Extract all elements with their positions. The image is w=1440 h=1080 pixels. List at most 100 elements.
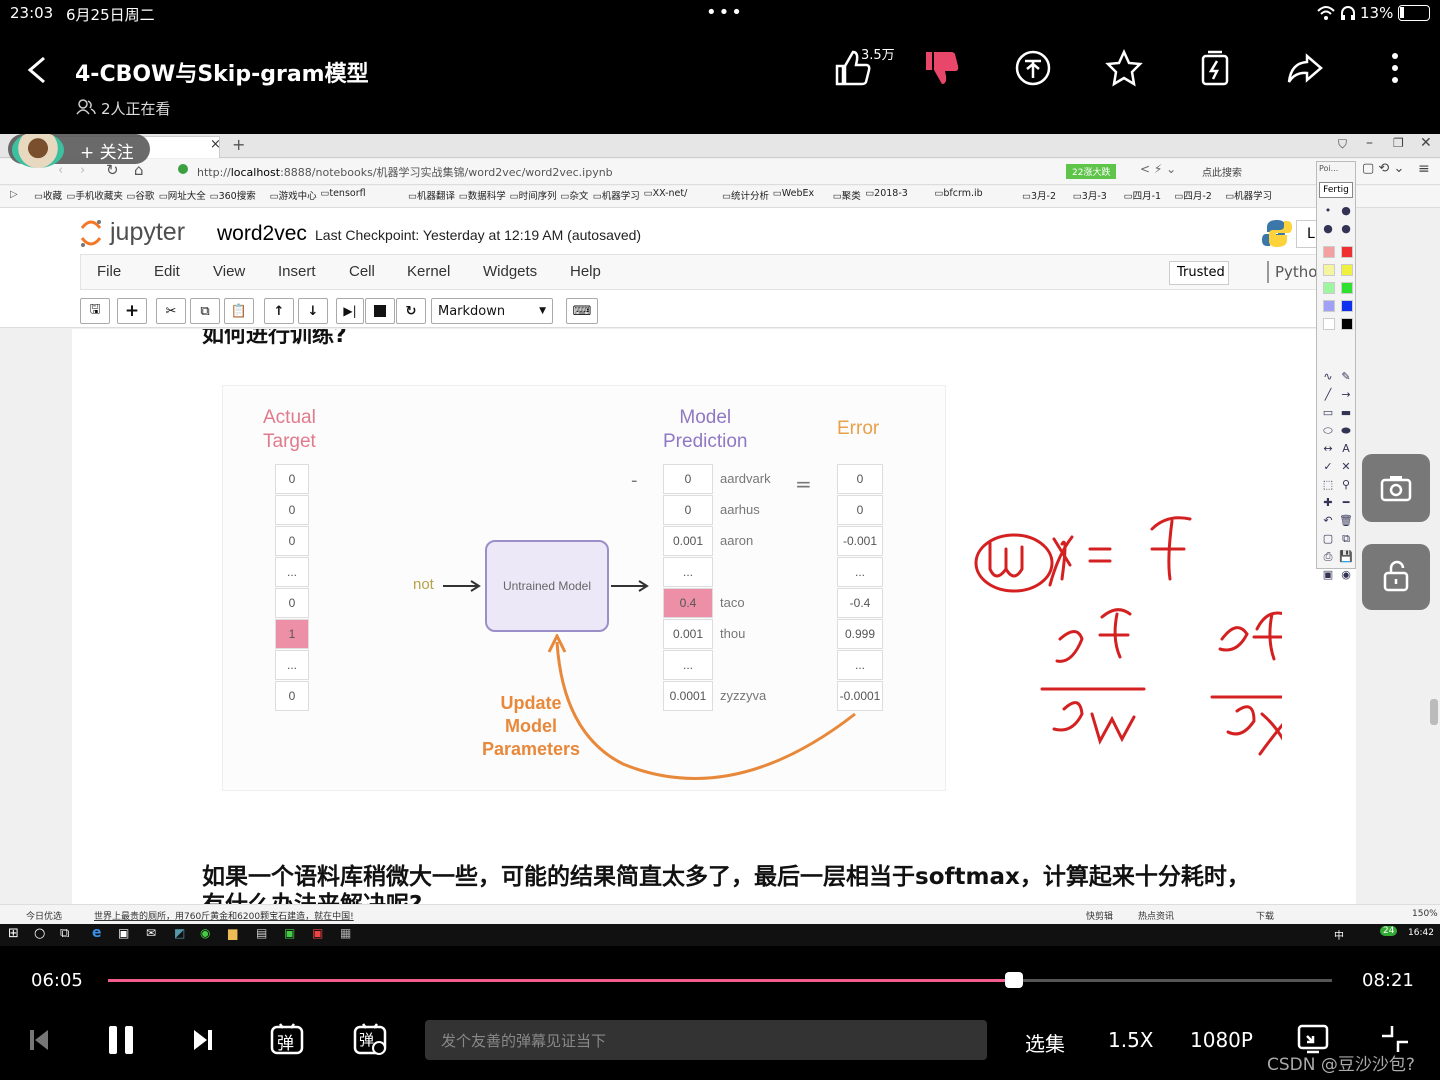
drawing-tool[interactable]: ╱ [1321,388,1335,402]
menu-edit[interactable]: Edit [154,263,180,280]
more-vertical-icon[interactable] [1385,48,1425,88]
window-close-icon[interactable]: ✕ [1420,135,1432,151]
bookmark-item[interactable]: ▭手机收藏夹 [66,188,122,202]
notebook-name[interactable]: word2vec [217,222,307,246]
pen-size-tool[interactable]: • [1321,204,1335,218]
cut-icon[interactable]: ✂ [156,298,186,324]
drawing-tool[interactable]: ▬ [1339,406,1353,420]
menu-insert[interactable]: Insert [278,263,316,280]
bookmark-item[interactable]: ▭机器学习 [1225,188,1272,202]
lock-screen-button[interactable] [1362,544,1430,610]
bookmark-item[interactable]: ▭WebEx [773,188,814,199]
page-scrollbar-thumb[interactable] [1430,699,1438,725]
task-view-icon[interactable]: ⧉ [60,926,69,941]
trusted-indicator[interactable]: Trusted [1169,261,1229,285]
progress-track[interactable] [108,972,1332,988]
tab-close-icon[interactable]: × [210,137,221,152]
coin-icon[interactable] [1013,48,1053,88]
hamburger-icon[interactable]: ≡ [1418,161,1430,177]
follow-button[interactable]: + 关注 [8,134,150,168]
bookmark-item[interactable]: ▭机器翻译 [408,188,455,202]
drawing-tool[interactable]: ✕ [1339,460,1353,474]
copy-icon[interactable]: ⧉ [190,298,220,324]
windows-start-icon[interactable]: ⊞ [8,926,19,941]
bookmark-item[interactable]: ▭3月-3 [1073,188,1107,202]
drawing-tool[interactable]: ✚ [1321,496,1335,510]
color-swatch[interactable] [1341,246,1353,258]
market-badge[interactable]: 22涨大跌 [1066,164,1117,179]
drawing-tool[interactable]: ⧉ [1339,532,1353,546]
quick-edit[interactable]: 快剪辑 [1086,909,1113,922]
app-icon-2[interactable]: ▣ [284,926,295,940]
bookmark-item[interactable]: ▭360搜索 [210,188,256,202]
next-icon[interactable] [192,1028,214,1052]
menu-file[interactable]: File [97,263,121,280]
menu-widgets[interactable]: Widgets [483,263,537,280]
app-icon-3[interactable]: ▣ [312,926,323,940]
browser-menu-icons[interactable]: ▢ ⟲ ⌄ [1362,161,1404,176]
paste-icon[interactable]: 📋 [224,298,254,324]
app-icon-1[interactable]: ▤ [256,926,267,940]
news-ticker[interactable]: 世界上最贵的厕所，用760斤黄金和6200颗宝石建造，就在中国! [94,909,354,922]
dislike-icon[interactable] [922,48,962,88]
vs-icon[interactable]: ◩ [174,926,185,940]
drawing-tool[interactable]: ⚲ [1339,478,1353,492]
share-small-icon[interactable]: < ⚡ ⌄ [1140,162,1176,176]
drawing-tool[interactable]: ⬬ [1339,424,1353,438]
danmaku-input[interactable]: 发个友善的弹幕见证当下 [425,1020,987,1060]
nav-back-icon[interactable]: ‹ [58,163,63,178]
color-swatch[interactable] [1341,318,1353,330]
bookmark-item[interactable]: ▭收藏 [34,188,62,202]
color-swatch[interactable] [1323,318,1335,330]
drawing-tool[interactable]: ⎙ [1321,550,1335,564]
drawing-tool[interactable]: ✓ [1321,460,1335,474]
window-restore-icon[interactable]: ❐ [1393,136,1404,150]
pause-icon[interactable] [106,1024,136,1056]
bookmark-item[interactable]: ▭机器学习 [593,188,640,202]
cortana-icon[interactable]: ○ [34,926,45,941]
color-swatch[interactable] [1341,300,1353,312]
drawing-tool[interactable]: ▭ [1321,406,1335,420]
color-swatch[interactable] [1323,282,1335,294]
danmaku-toggle-icon[interactable]: 弹 [270,1022,304,1056]
app-icon-4[interactable]: ▦ [340,926,351,940]
drawing-tool[interactable]: ━ [1339,496,1353,510]
drawing-tool[interactable]: ∿ [1321,370,1335,384]
cell-type-select[interactable]: Markdown ▼ [431,298,553,324]
run-icon[interactable]: ▶| [336,298,364,324]
bookmark-item[interactable]: ▭3月-2 [1022,188,1056,202]
move-up-icon[interactable]: ↑ [264,298,294,324]
drawing-tool[interactable]: ↶ [1321,514,1335,528]
stop-icon[interactable] [365,298,395,324]
move-down-icon[interactable]: ↓ [298,298,328,324]
drawing-tool[interactable]: ◉ [1339,568,1353,582]
bookmark-item[interactable]: ▭四月-2 [1174,188,1211,202]
bookmark-item[interactable]: ▭统计分析 [722,188,769,202]
drawing-tool[interactable]: 💾 [1339,550,1353,564]
bookmark-item[interactable]: ▭游戏中心 [270,188,317,202]
share-icon[interactable] [1285,48,1325,88]
restart-icon[interactable]: ↻ [396,298,426,324]
drawing-tool[interactable]: ⬚ [1321,478,1335,492]
color-swatch[interactable] [1341,264,1353,276]
drawing-tool[interactable]: ✎ [1339,370,1353,384]
drawing-tool[interactable]: 🗑 [1339,514,1353,528]
ime-indicator[interactable]: 中 [1334,927,1344,942]
back-icon[interactable] [26,56,48,84]
bookmark-item[interactable]: ▭数据科学 [459,188,506,202]
speed-button[interactable]: 1.5X [1108,1028,1154,1052]
bookmark-item[interactable]: ▭时间序列 [510,188,557,202]
color-swatch[interactable] [1341,282,1353,294]
window-pin-icon[interactable]: ⛉ [1338,137,1347,152]
url-field[interactable]: http://localhost:8888/notebooks/机器学习实战集锦… [197,164,613,180]
bookmark-item[interactable]: ▭tensorfl [320,188,365,199]
pen-size-tool[interactable]: ● [1321,222,1335,236]
progress-knob[interactable] [1004,972,1023,988]
palette-done-button[interactable]: Fertig [1319,182,1353,198]
pen-size-tool[interactable]: ● [1339,204,1353,218]
nav-forward-icon[interactable]: › [80,163,85,178]
hot-news[interactable]: 热点资讯 [1138,909,1174,922]
episodes-button[interactable]: 选集 [1025,1028,1065,1057]
bookmark-item[interactable]: ▭2018-3 [865,188,908,199]
bookmark-item[interactable]: ▭XX-net/ [644,188,688,199]
